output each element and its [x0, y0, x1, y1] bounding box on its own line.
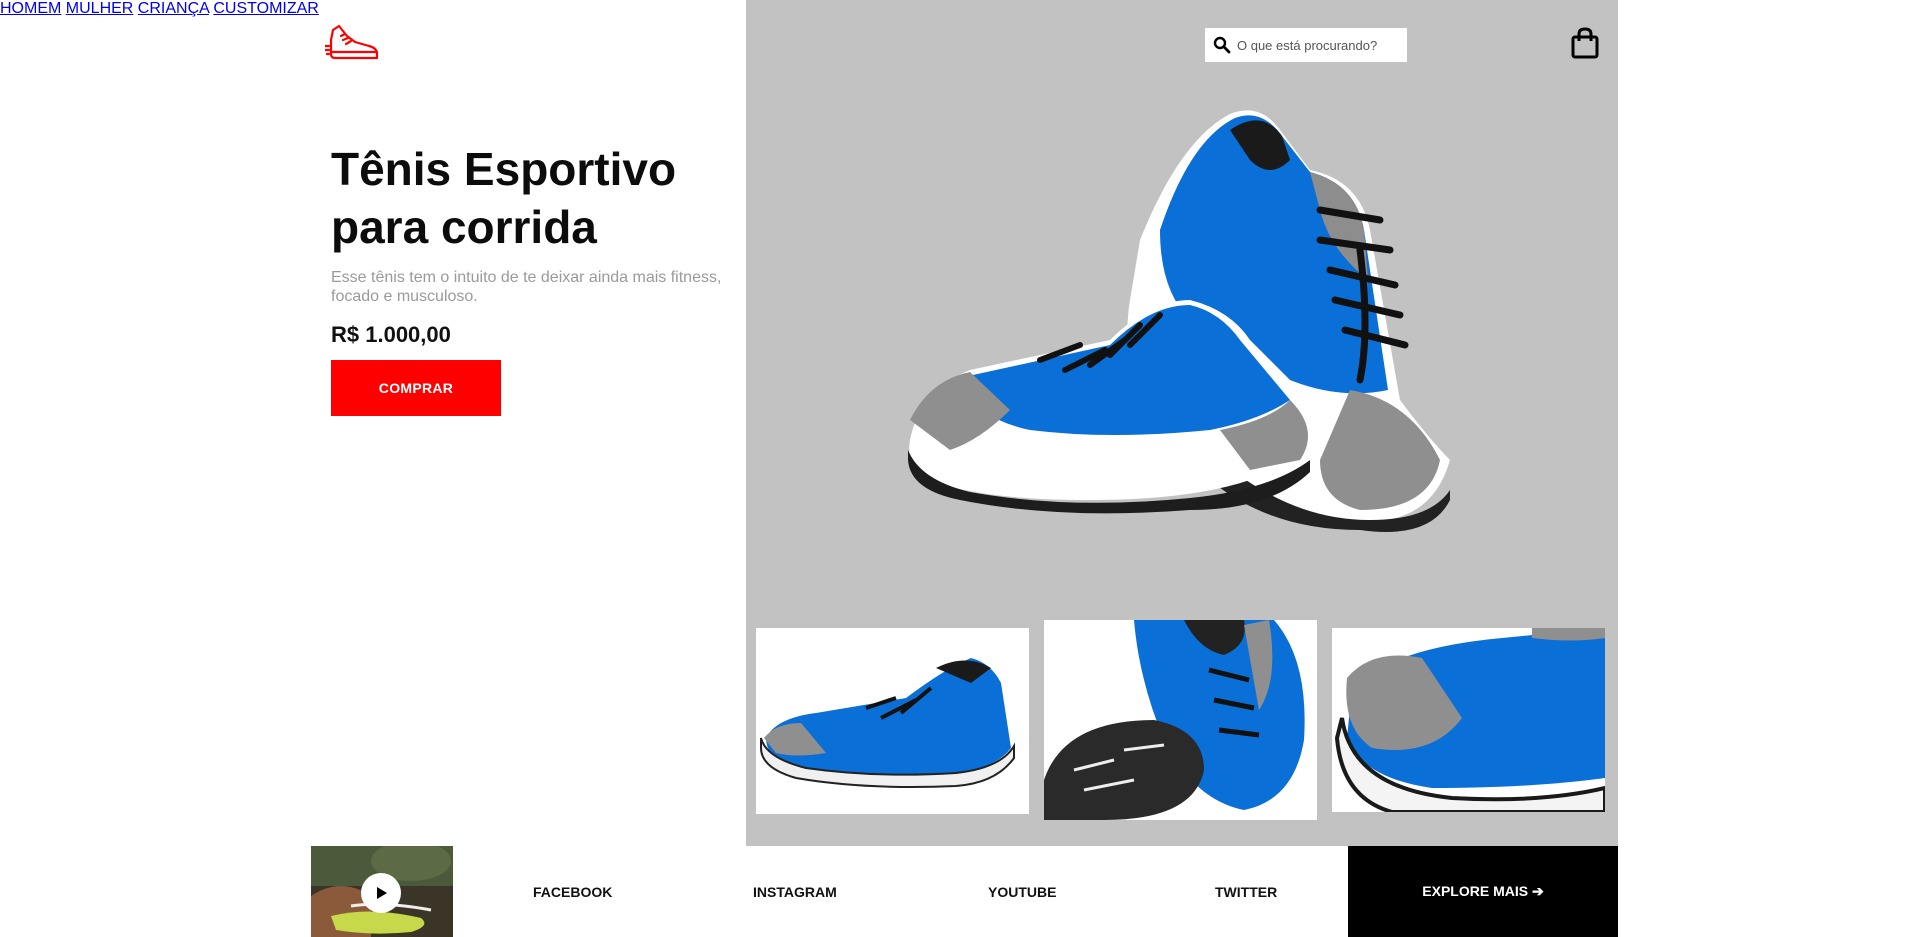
twitter-link[interactable]: TWITTER — [1215, 884, 1277, 900]
buy-button[interactable]: COMPRAR — [331, 360, 501, 416]
nav-item-homem[interactable]: HOMEM — [0, 0, 61, 17]
product-hero-image — [890, 100, 1450, 540]
play-icon[interactable] — [361, 873, 401, 913]
nav-item-customizar[interactable]: CUSTOMIZAR — [213, 0, 318, 17]
landing-page: HOMEM MULHER CRIANÇA CUSTOMIZAR Tênis Es… — [0, 0, 1920, 937]
product-price: R$ 1.000,00 — [331, 322, 451, 347]
running-shoe-icon[interactable] — [323, 22, 381, 64]
youtube-link[interactable]: YOUTUBE — [988, 884, 1056, 900]
thumbnail-shoe-sole[interactable] — [1044, 620, 1317, 820]
product-description: Esse tênis tem o intuito de te deixar ai… — [331, 269, 722, 305]
instagram-link[interactable]: INSTAGRAM — [753, 884, 837, 900]
nav-item-mulher[interactable]: MULHER — [66, 0, 134, 17]
video-thumbnail[interactable] — [311, 846, 453, 937]
thumbnail-shoe-toe[interactable] — [1332, 628, 1605, 812]
shopping-bag-icon[interactable] — [1570, 26, 1600, 60]
nav-item-crianca[interactable]: CRIANÇA — [138, 0, 209, 17]
search-icon — [1213, 36, 1231, 54]
facebook-link[interactable]: FACEBOOK — [533, 884, 612, 900]
product-title: Tênis Esportivo para corrida — [331, 143, 677, 253]
search-input[interactable] — [1237, 37, 1397, 53]
search-box[interactable] — [1205, 28, 1407, 62]
explore-more-button[interactable]: EXPLORE MAIS ➔ — [1348, 846, 1618, 937]
thumbnail-shoe-pair[interactable] — [756, 628, 1029, 814]
